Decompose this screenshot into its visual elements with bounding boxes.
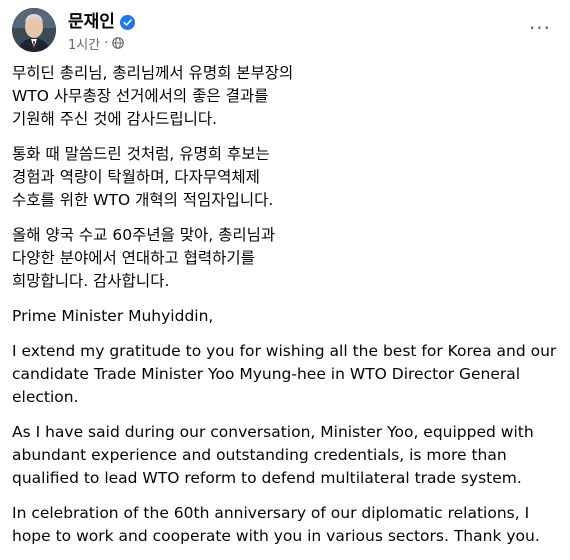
- post-body: 무히딘 총리님, 총리님께서 유명희 본부장의 WTO 사무총장 선거에서의 좋…: [12, 62, 560, 560]
- post-paragraph: I extend my gratitude to you for wishing…: [12, 342, 557, 406]
- more-options-button[interactable]: ···: [522, 14, 558, 42]
- author-name[interactable]: 문재인: [68, 12, 115, 32]
- post-paragraph: 통화 때 말씀드린 것처럼, 유명희 후보는 경험과 역량이 탁월하며, 다자무…: [12, 145, 274, 209]
- post-header: 문재인 1시간 · ···: [12, 6, 558, 58]
- author-line: 문재인: [68, 12, 135, 32]
- post-paragraph: 무히딘 총리님, 총리님께서 유명희 본부장의 WTO 사무총장 선거에서의 좋…: [12, 64, 294, 128]
- post-timestamp[interactable]: 1시간: [68, 34, 100, 53]
- more-options-icon: ···: [528, 16, 552, 40]
- verified-badge-icon: [119, 14, 135, 30]
- post-meta: 1시간 ·: [68, 34, 125, 53]
- avatar-portrait-icon: [12, 8, 56, 52]
- separator-dot: ·: [104, 35, 109, 51]
- globe-icon[interactable]: [112, 37, 125, 49]
- post-paragraph: Prime Minister Muhyiddin,: [12, 307, 214, 325]
- facebook-post: 문재인 1시간 · ··· 무히딘 총리님, 총리님께서 유명희 본부장의 WT…: [0, 0, 570, 545]
- profile-avatar[interactable]: [12, 8, 56, 52]
- post-paragraph: 올해 양국 수교 60주년을 맞아, 총리님과 다양한 분야에서 연대하고 협력…: [12, 226, 276, 290]
- post-paragraph: In celebration of the 60th anniversary o…: [12, 504, 540, 545]
- post-paragraph: As I have said during our conversation, …: [12, 423, 534, 487]
